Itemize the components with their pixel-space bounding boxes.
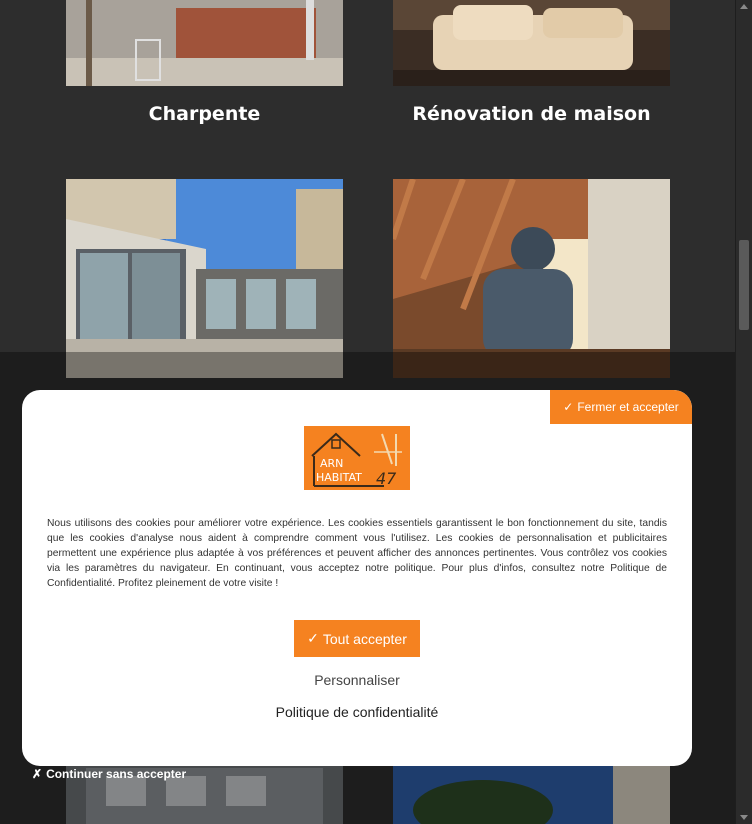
card-title-charpente[interactable]: Charpente (66, 103, 343, 125)
logo-text-habitat: HABITAT (316, 471, 362, 484)
check-icon: ✓ (563, 400, 574, 414)
logo: ARN HABITAT 47 (304, 426, 410, 490)
card-image-renovation[interactable] (393, 0, 670, 86)
customize-link[interactable]: Personnaliser (22, 672, 692, 688)
scroll-thumb[interactable] (739, 240, 749, 330)
check-icon: ✓ (307, 630, 319, 646)
cross-icon: ✗ (32, 767, 43, 781)
consent-text: Nous utilisons des cookies pour améliore… (47, 518, 667, 589)
privacy-policy-link[interactable]: Politique de confidentialité (22, 704, 692, 720)
card-image-isolation[interactable] (393, 179, 670, 378)
logo-text-arn: ARN (320, 457, 343, 470)
close-and-accept-label: Fermer et accepter (577, 400, 679, 414)
continue-without-accepting-label: Continuer sans accepter (46, 767, 187, 781)
card-image-extension[interactable] (66, 179, 343, 378)
logo-text-number: 47 (376, 469, 397, 488)
close-and-accept-button[interactable]: ✓ Fermer et accepter (550, 390, 692, 424)
card-image-charpente[interactable] (66, 0, 343, 86)
card-title-renovation[interactable]: Rénovation de maison (393, 103, 670, 125)
cookie-consent-modal: ✓ Fermer et accepter ARN HABITAT 47 Nous… (22, 390, 692, 766)
accept-all-label: Tout accepter (322, 630, 407, 647)
scroll-up-icon[interactable] (740, 4, 748, 9)
continue-without-accepting-link[interactable]: ✗ Continuer sans accepter (32, 767, 186, 781)
scroll-down-icon[interactable] (740, 815, 748, 820)
accept-all-button[interactable]: ✓ Tout accepter (294, 620, 420, 657)
scrollbar[interactable] (735, 0, 752, 824)
